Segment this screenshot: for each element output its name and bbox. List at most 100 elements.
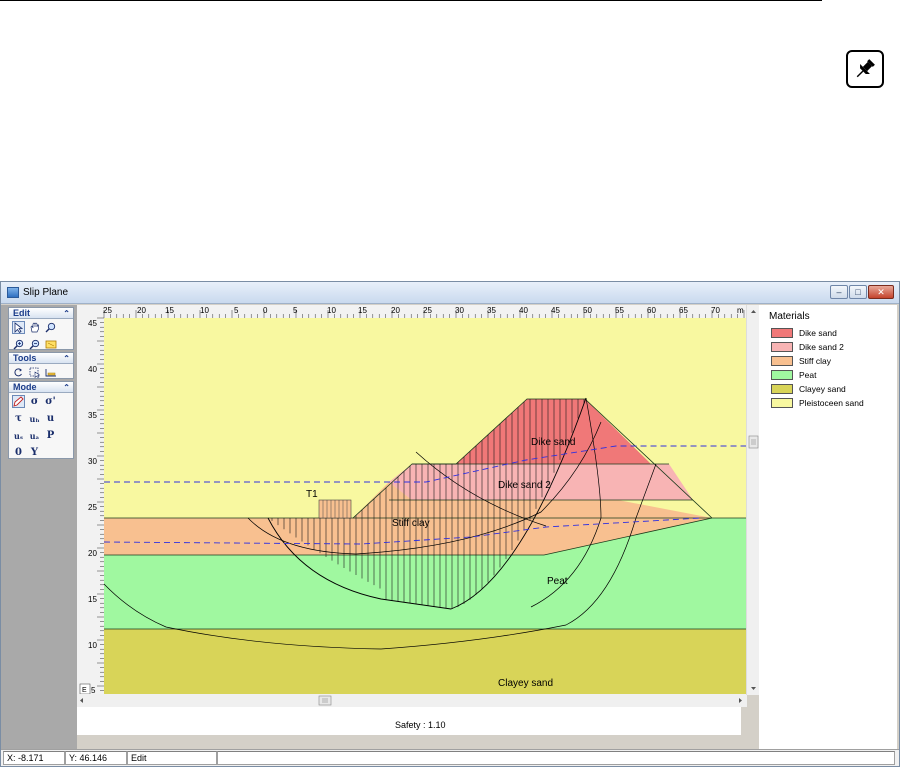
select-arrow-icon[interactable] [12, 321, 25, 334]
ruler-y-label: 15 [88, 595, 97, 604]
minimize-icon: – [836, 287, 842, 297]
zoom-window-icon[interactable] [44, 338, 57, 351]
ruler-x-label: 5 [234, 306, 239, 315]
tool-panel: Edit ⌃ Tools ⌃ Mode ⌃ σ σ' τ uₕ u uₛ uₐ … [1, 305, 77, 749]
left-ruler [77, 305, 104, 695]
y-button[interactable]: Y [28, 446, 41, 459]
close-button[interactable]: ✕ [868, 285, 894, 299]
load-t1-label: T1 [306, 489, 318, 500]
edit-group-header[interactable]: Edit ⌃ [9, 308, 73, 319]
zoom-in-icon[interactable] [12, 338, 25, 351]
status-mode: Edit [127, 751, 217, 765]
sigma-effective-button[interactable]: σ' [44, 395, 57, 408]
dike-sand-label: Dike sand [531, 437, 575, 448]
ruler-x-label: 10 [327, 306, 336, 315]
measure-icon[interactable] [44, 366, 57, 379]
mode-group: Mode ⌃ σ σ' τ uₕ u uₛ uₐ P 0 Y [8, 381, 74, 459]
material-name: Dike sand [799, 328, 837, 338]
pin-button[interactable] [846, 50, 884, 88]
us-button[interactable]: uₛ [12, 429, 25, 442]
rotate-icon[interactable] [12, 366, 25, 379]
window-title: Slip Plane [23, 287, 69, 298]
material-swatch [771, 328, 793, 338]
tools-group: Tools ⌃ [8, 352, 74, 379]
collapse-icon: ⌃ [63, 383, 70, 392]
dike-sand-2-label: Dike sand 2 [498, 480, 551, 491]
status-x-coordinate: X: -8.171 [3, 751, 65, 765]
tau-button[interactable]: τ [12, 412, 25, 425]
mode-group-header[interactable]: Mode ⌃ [9, 382, 73, 393]
materials-panel: Materials Dike sand Dike sand 2 Stiff cl… [759, 305, 897, 749]
status-bar: X: -8.171 Y: 46.146 Edit [1, 749, 899, 766]
ruler-x-unit: m [737, 306, 744, 315]
ruler-x-label: 50 [583, 306, 592, 315]
ruler-y-label: 20 [88, 549, 97, 558]
tools-group-header[interactable]: Tools ⌃ [9, 353, 73, 364]
material-name: Peat [799, 370, 817, 380]
peat-label: Peat [547, 576, 568, 587]
material-swatch [771, 370, 793, 380]
ruler-y-label: 25 [88, 503, 97, 512]
scroll-up-icon[interactable] [751, 310, 756, 313]
clayey-sand-label: Clayey sand [498, 678, 553, 689]
collapse-icon: ⌃ [63, 354, 70, 363]
ruler-x-label: 30 [455, 306, 464, 315]
ruler-x-label: 15 [165, 306, 174, 315]
ruler-y-label: 40 [88, 365, 97, 374]
safety-factor: Safety : 1.10 [395, 720, 446, 730]
ruler-y-label: 45 [88, 319, 97, 328]
ruler-x-label: 10 [200, 306, 209, 315]
ruler-x-label: 65 [679, 306, 688, 315]
slip-plane-drawing[interactable]: 25 20 15 10 5 0 5 10 15 20 25 30 35 40 4… [77, 305, 747, 735]
ud-button[interactable]: uₐ [28, 429, 41, 442]
scroll-down-icon[interactable] [751, 687, 756, 690]
ruler-y-label: 35 [88, 411, 97, 420]
ruler-x-label: 25 [103, 306, 112, 315]
sigma-button[interactable]: σ [28, 395, 41, 408]
clayey-sand-layer[interactable] [104, 629, 746, 694]
minimize-button[interactable]: – [830, 285, 848, 299]
ruler-x-label: 60 [647, 306, 656, 315]
material-swatch [771, 384, 793, 394]
horizontal-scrollbar[interactable] [77, 694, 747, 707]
select-region-icon[interactable] [28, 366, 41, 379]
drawing-area[interactable]: 25 20 15 10 5 0 5 10 15 20 25 30 35 40 4… [77, 305, 747, 735]
edit-mode-icon[interactable] [12, 395, 25, 408]
title-bar[interactable]: Slip Plane – □ ✕ [1, 282, 899, 304]
material-item-pleistoceen-sand[interactable]: Pleistoceen sand [771, 397, 864, 409]
material-name: Stiff clay [799, 356, 831, 366]
app-icon [7, 287, 19, 298]
zoom-icon[interactable] [44, 321, 57, 334]
material-item-stiff-clay[interactable]: Stiff clay [771, 355, 831, 367]
ruler-x-label: 35 [487, 306, 496, 315]
material-item-dike-sand[interactable]: Dike sand [771, 327, 837, 339]
u-button[interactable]: u [44, 412, 57, 425]
material-swatch [771, 398, 793, 408]
uh-button[interactable]: uₕ [28, 412, 41, 425]
maximize-button[interactable]: □ [849, 285, 867, 299]
material-swatch [771, 356, 793, 366]
material-item-dike-sand-2[interactable]: Dike sand 2 [771, 341, 844, 353]
ruler-y-label: 10 [88, 641, 97, 650]
ruler-y-label: 30 [88, 457, 97, 466]
zero-button[interactable]: 0 [12, 446, 25, 459]
ruler-x-label: 20 [391, 306, 400, 315]
tools-group-label: Tools [13, 353, 37, 363]
p-button[interactable]: P [44, 429, 57, 442]
material-item-clayey-sand[interactable]: Clayey sand [771, 383, 846, 395]
pushpin-icon [856, 59, 875, 78]
material-item-peat[interactable]: Peat [771, 369, 817, 381]
ruler-x-label: 15 [358, 306, 367, 315]
ruler-x-label: 20 [137, 306, 146, 315]
scroll-right-icon[interactable] [739, 698, 742, 703]
pan-hand-icon[interactable] [28, 321, 41, 334]
scroll-left-icon[interactable] [80, 698, 83, 703]
ruler-x-label: 5 [293, 306, 298, 315]
vertical-scrollbar[interactable] [746, 305, 759, 695]
zoom-out-icon[interactable] [28, 338, 41, 351]
ruler-x-labels: 25 20 15 10 5 0 5 10 15 20 25 30 35 40 4… [103, 306, 744, 315]
materials-title: Materials [769, 311, 810, 322]
mode-group-label: Mode [13, 382, 37, 392]
maximize-icon: □ [855, 287, 861, 297]
ruler-x-label: 45 [551, 306, 560, 315]
